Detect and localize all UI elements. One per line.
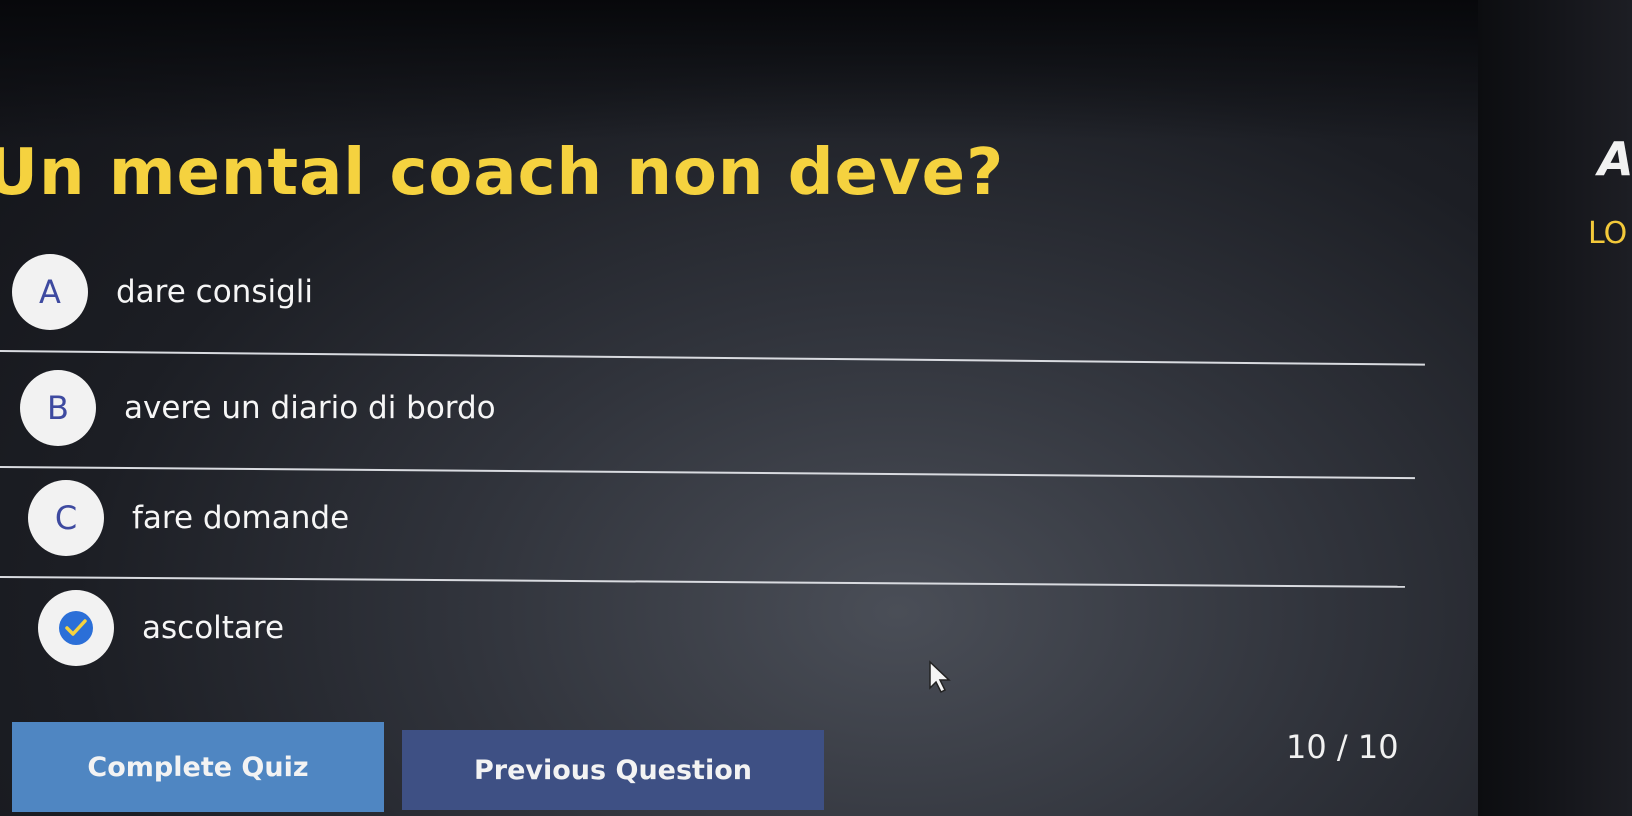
question-title: Un mental coach non deve?: [0, 136, 1005, 210]
option-c[interactable]: C fare domande: [24, 472, 1444, 572]
check-icon-glyph: [65, 619, 87, 636]
option-b-letter: B: [20, 370, 96, 446]
question-counter: 10 / 10: [1286, 728, 1399, 766]
check-icon: [59, 611, 93, 645]
option-c-letter: C: [28, 480, 104, 556]
complete-quiz-button[interactable]: Complete Quiz: [12, 722, 384, 812]
option-b-text: avere un diario di bordo: [124, 390, 496, 426]
side-panel: [1478, 0, 1632, 816]
side-panel-heading: A: [1598, 132, 1632, 186]
quiz-screen: Un mental coach non deve? A dare consigl…: [0, 0, 1632, 816]
option-b[interactable]: B avere un diario di bordo: [16, 362, 1436, 462]
option-a-text: dare consigli: [116, 274, 313, 310]
side-panel-label: LO: [1588, 216, 1628, 251]
option-d-text: ascoltare: [142, 610, 285, 646]
option-a-letter: A: [12, 254, 88, 330]
option-d-selected-marker: [38, 590, 114, 666]
option-d[interactable]: ascoltare: [34, 582, 1454, 682]
top-shadow: [0, 0, 1632, 140]
option-a[interactable]: A dare consigli: [8, 246, 1428, 346]
cursor-icon: [928, 660, 954, 698]
option-c-text: fare domande: [132, 500, 350, 536]
previous-question-button[interactable]: Previous Question: [402, 730, 824, 810]
